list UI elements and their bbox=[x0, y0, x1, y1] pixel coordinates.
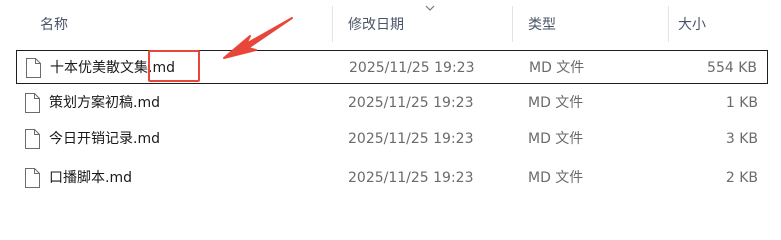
file-modified-date: 2025/11/25 19:23 bbox=[349, 60, 475, 76]
file-size: 3 KB bbox=[725, 131, 758, 147]
file-modified-date: 2025/11/25 19:23 bbox=[348, 131, 474, 147]
column-header-name[interactable]: 名称 bbox=[40, 0, 68, 48]
file-type: MD 文件 bbox=[528, 95, 584, 111]
file-name: 口播脚本.md bbox=[49, 170, 132, 186]
file-type: MD 文件 bbox=[528, 170, 584, 186]
column-header-bar: 名称 修改日期 类型 大小 bbox=[0, 0, 781, 48]
column-header-type[interactable]: 类型 bbox=[528, 0, 556, 48]
file-name: 策划方案初稿.md bbox=[49, 95, 160, 111]
document-icon bbox=[26, 58, 41, 78]
file-row[interactable]: 策划方案初稿.md 2025/11/25 19:23 MD 文件 1 KB bbox=[16, 86, 768, 120]
sort-chevron-icon bbox=[425, 5, 435, 11]
file-size: 2 KB bbox=[725, 170, 758, 186]
column-header-modified[interactable]: 修改日期 bbox=[348, 0, 404, 48]
column-divider[interactable] bbox=[332, 6, 333, 42]
file-size: 554 KB bbox=[707, 60, 757, 76]
document-icon bbox=[25, 93, 40, 113]
file-row[interactable]: 口播脚本.md 2025/11/25 19:23 MD 文件 2 KB bbox=[16, 161, 768, 195]
file-modified-date: 2025/11/25 19:23 bbox=[348, 95, 474, 111]
document-icon bbox=[25, 129, 40, 149]
column-divider[interactable] bbox=[668, 6, 669, 42]
file-name: 今日开销记录.md bbox=[49, 131, 160, 147]
file-size: 1 KB bbox=[725, 95, 758, 111]
column-divider[interactable] bbox=[512, 6, 513, 42]
file-modified-date: 2025/11/25 19:23 bbox=[348, 170, 474, 186]
annotation-highlight-box bbox=[148, 50, 200, 82]
document-icon bbox=[25, 168, 40, 188]
annotation-arrow-icon bbox=[223, 17, 293, 59]
column-header-size[interactable]: 大小 bbox=[678, 0, 706, 48]
file-type: MD 文件 bbox=[529, 60, 585, 76]
file-row[interactable]: 今日开销记录.md 2025/11/25 19:23 MD 文件 3 KB bbox=[16, 122, 768, 156]
file-row[interactable]: 十本优美散文集.md 2025/11/25 19:23 MD 文件 554 KB bbox=[16, 50, 768, 84]
file-type: MD 文件 bbox=[528, 131, 584, 147]
